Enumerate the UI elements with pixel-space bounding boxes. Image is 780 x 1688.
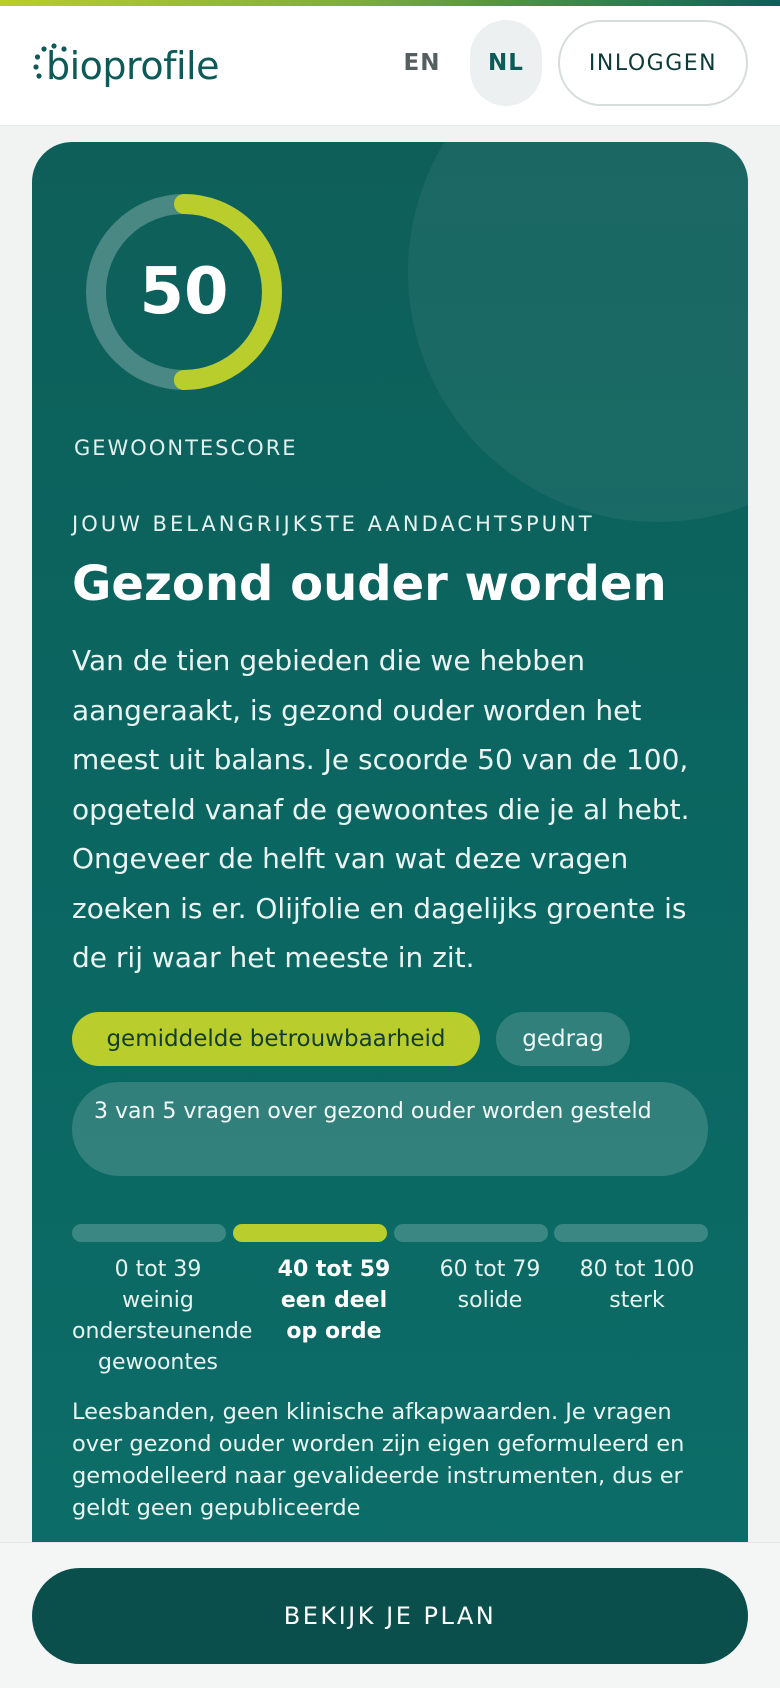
logo-dots-icon — [33, 43, 67, 79]
band-2: 60 tot 79 solide — [408, 1254, 572, 1316]
focus-description: Van de tien gebieden die we hebben aange… — [72, 644, 690, 974]
band-0: 0 tot 39 weinig ondersteunende gewoontes — [72, 1254, 253, 1378]
header: bioprofile EN NL INLOGGEN — [0, 6, 780, 126]
band-0-label: weinig ondersteunende gewoontes — [72, 1288, 253, 1375]
band-2-label: solide — [457, 1288, 523, 1313]
band-bar-2 — [394, 1224, 548, 1242]
score-label: GEWOONTESCORE — [74, 436, 298, 460]
band-bar-3 — [554, 1224, 708, 1242]
score-card: 50 GEWOONTESCORE JOUW BELANGRIJKSTE AAND… — [32, 142, 748, 1622]
footnote: Leesbanden, geen klinische afkapwaarden.… — [72, 1399, 685, 1521]
focus-title: Gezond ouder worden — [72, 556, 667, 612]
band-bar-1 — [233, 1224, 387, 1242]
band-3-label: sterk — [609, 1288, 665, 1313]
login-button[interactable]: INLOGGEN — [558, 20, 748, 106]
band-3-range: 80 tot 100 — [579, 1257, 695, 1282]
reliability-badge: gemiddelde betrouwbaarheid — [72, 1012, 480, 1066]
score-value: 50 — [139, 255, 229, 329]
band-1-label: een deel op orde — [280, 1288, 388, 1344]
questions-badge: 3 van 5 vragen over gezond ouder worden … — [72, 1082, 708, 1176]
type-badge: gedrag — [496, 1012, 630, 1066]
band-3: 80 tot 100 sterk — [554, 1254, 720, 1316]
band-0-range: 0 tot 39 — [114, 1257, 202, 1282]
band-2-range: 60 tot 79 — [439, 1257, 541, 1282]
lang-en-button[interactable]: EN — [386, 20, 458, 106]
band-bar-0 — [72, 1224, 226, 1242]
band-1: 40 tot 59 een deel op orde — [262, 1254, 406, 1347]
decorative-circle — [408, 142, 748, 522]
view-plan-button[interactable]: BEKIJK JE PLAN — [32, 1568, 748, 1664]
logo[interactable]: bioprofile — [32, 36, 219, 96]
focus-eyebrow: JOUW BELANGRIJKSTE AANDACHTSPUNT — [72, 512, 595, 536]
band-1-range: 40 tot 59 — [277, 1257, 391, 1282]
lang-nl-button[interactable]: NL — [470, 20, 542, 106]
